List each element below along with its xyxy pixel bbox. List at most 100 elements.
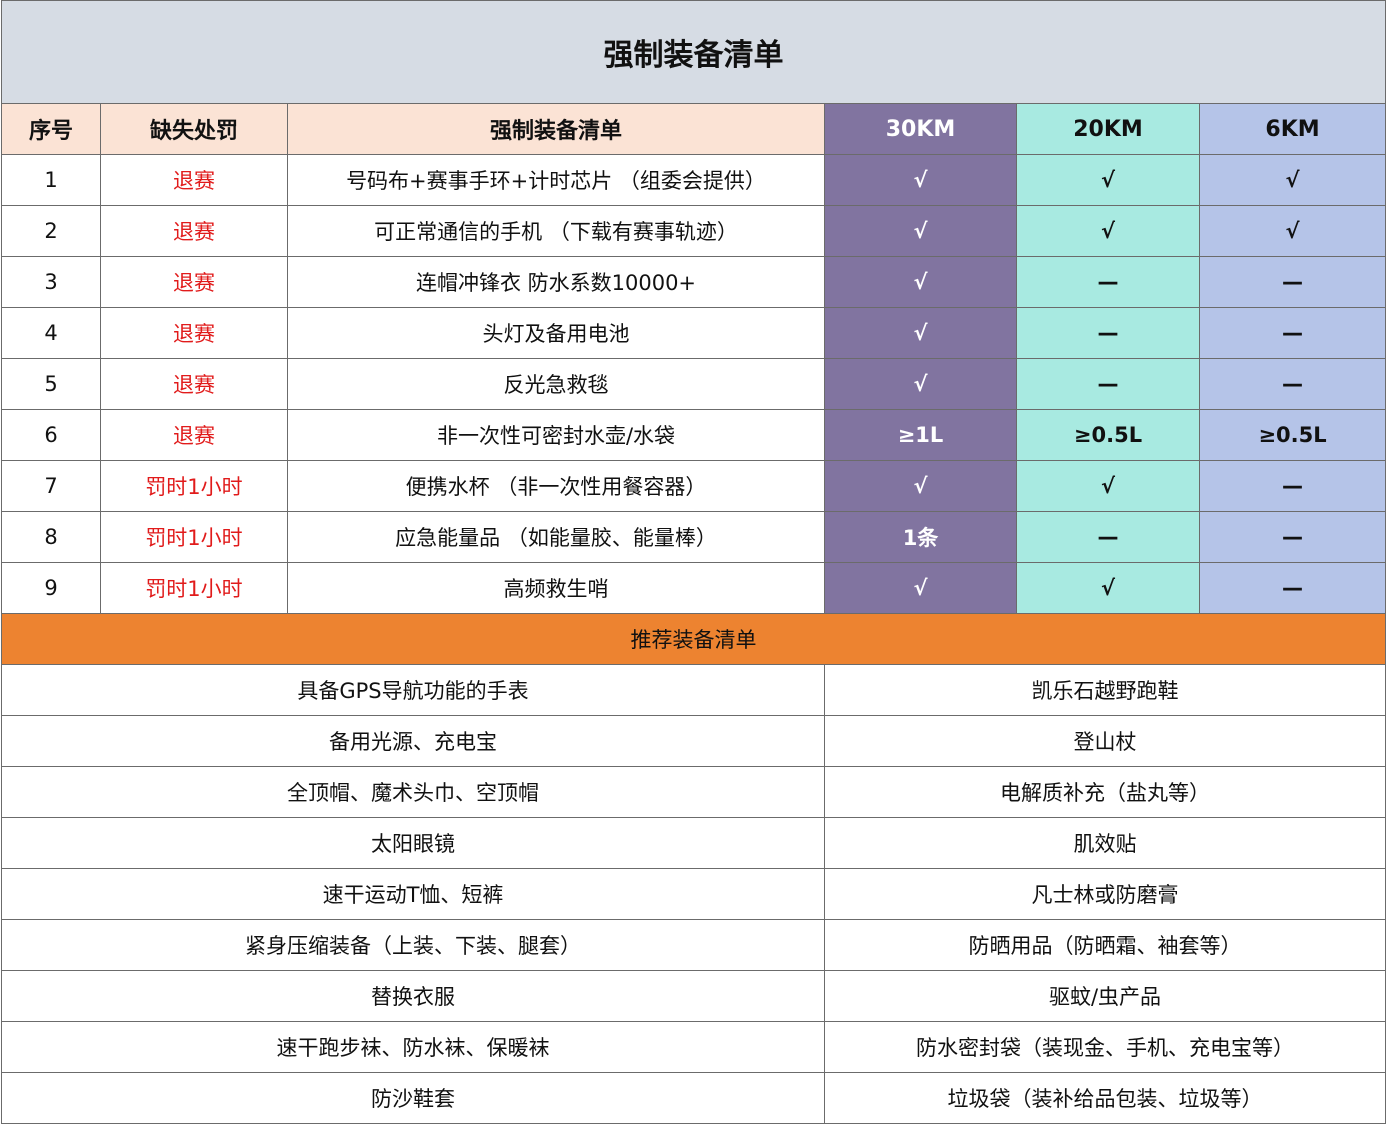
mandatory-item: 非一次性可密封水壶/水袋 [287, 409, 825, 461]
mandatory-penalty: 退赛 [100, 358, 288, 410]
recommended-row: 替换衣服 驱蚊/虫产品 [1, 970, 1386, 1022]
recommended-row: 速干跑步袜、防水袜、保暖袜 防水密封袋（装现金、手机、充电宝等） [1, 1021, 1386, 1073]
mandatory-6km: ≥0.5L [1198, 409, 1386, 461]
recommended-item-right: 驱蚊/虫产品 [823, 970, 1386, 1022]
mandatory-6km: — [1198, 256, 1386, 308]
mandatory-penalty: 退赛 [100, 154, 288, 206]
recommended-row: 全顶帽、魔术头巾、空顶帽 电解质补充（盐丸等） [1, 766, 1386, 818]
equipment-table: 强制装备清单 序号 缺失处罚 强制装备清单 30KM 20KM 6KM 1 退赛… [0, 0, 1386, 1124]
recommended-row: 具备GPS导航功能的手表 凯乐石越野跑鞋 [1, 664, 1386, 716]
mandatory-6km: — [1198, 511, 1386, 563]
mandatory-index: 4 [1, 307, 101, 359]
recommended-item-right: 凯乐石越野跑鞋 [823, 664, 1386, 716]
mandatory-row: 8 罚时1小时 应急能量品 （如能量胶、能量棒） 1条 — — [1, 511, 1386, 563]
mandatory-20km: — [1016, 307, 1200, 359]
recommended-item-left: 全顶帽、魔术头巾、空顶帽 [1, 766, 825, 818]
recommended-section-row: 推荐装备清单 [0, 613, 1386, 665]
mandatory-item: 应急能量品 （如能量胶、能量棒） [287, 511, 825, 563]
mandatory-row: 9 罚时1小时 高频救生哨 √ √ — [1, 562, 1386, 614]
recommended-item-right: 电解质补充（盐丸等） [823, 766, 1386, 818]
mandatory-item: 反光急救毯 [287, 358, 825, 410]
mandatory-30km: √ [824, 562, 1017, 614]
header-20km: 20KM [1016, 103, 1200, 155]
mandatory-30km: √ [824, 358, 1017, 410]
recommended-item-left: 速干运动T恤、短裤 [1, 868, 825, 920]
mandatory-item: 可正常通信的手机 （下载有赛事轨迹） [287, 205, 825, 257]
mandatory-6km: √ [1198, 205, 1386, 257]
mandatory-20km: √ [1016, 460, 1200, 512]
mandatory-index: 1 [1, 154, 101, 206]
recommended-row: 速干运动T恤、短裤 凡士林或防磨膏 [1, 868, 1386, 920]
mandatory-30km: √ [824, 256, 1017, 308]
header-row: 序号 缺失处罚 强制装备清单 30KM 20KM 6KM [1, 103, 1386, 155]
mandatory-penalty: 罚时1小时 [100, 460, 288, 512]
mandatory-6km: — [1198, 307, 1386, 359]
mandatory-penalty: 退赛 [100, 205, 288, 257]
recommended-item-right: 防晒用品（防晒霜、袖套等） [823, 919, 1386, 971]
mandatory-30km: √ [824, 205, 1017, 257]
mandatory-item: 号码布+赛事手环+计时芯片 （组委会提供） [287, 154, 825, 206]
mandatory-row: 6 退赛 非一次性可密封水壶/水袋 ≥1L ≥0.5L ≥0.5L [1, 409, 1386, 461]
mandatory-index: 7 [1, 460, 101, 512]
recommended-item-left: 替换衣服 [1, 970, 825, 1022]
recommended-item-left: 备用光源、充电宝 [1, 715, 825, 767]
recommended-item-right: 防水密封袋（装现金、手机、充电宝等） [823, 1021, 1386, 1073]
mandatory-6km: — [1198, 562, 1386, 614]
mandatory-row: 1 退赛 号码布+赛事手环+计时芯片 （组委会提供） √ √ √ [1, 154, 1386, 206]
mandatory-item: 连帽冲锋衣 防水系数10000+ [287, 256, 825, 308]
recommended-item-left: 紧身压缩装备（上装、下装、腿套） [1, 919, 825, 971]
mandatory-index: 5 [1, 358, 101, 410]
title-row: 强制装备清单 [0, 0, 1386, 104]
mandatory-index: 6 [1, 409, 101, 461]
mandatory-20km: ≥0.5L [1016, 409, 1200, 461]
mandatory-30km: √ [824, 460, 1017, 512]
recommended-item-right: 凡士林或防磨膏 [823, 868, 1386, 920]
header-6km: 6KM [1198, 103, 1386, 155]
mandatory-row: 5 退赛 反光急救毯 √ — — [1, 358, 1386, 410]
mandatory-30km: ≥1L [824, 409, 1017, 461]
mandatory-row: 7 罚时1小时 便携水杯 （非一次性用餐容器） √ √ — [1, 460, 1386, 512]
recommended-item-left: 防沙鞋套 [1, 1072, 825, 1124]
recommended-row: 备用光源、充电宝 登山杖 [1, 715, 1386, 767]
mandatory-30km: √ [824, 307, 1017, 359]
mandatory-item: 便携水杯 （非一次性用餐容器） [287, 460, 825, 512]
mandatory-penalty: 罚时1小时 [100, 562, 288, 614]
mandatory-penalty: 退赛 [100, 409, 288, 461]
mandatory-index: 2 [1, 205, 101, 257]
mandatory-6km: — [1198, 460, 1386, 512]
mandatory-30km: 1条 [824, 511, 1017, 563]
header-30km: 30KM [824, 103, 1017, 155]
table-title: 强制装备清单 [0, 0, 1386, 104]
header-penalty: 缺失处罚 [100, 103, 288, 155]
mandatory-index: 9 [1, 562, 101, 614]
mandatory-row: 3 退赛 连帽冲锋衣 防水系数10000+ √ — — [1, 256, 1386, 308]
mandatory-row: 2 退赛 可正常通信的手机 （下载有赛事轨迹） √ √ √ [1, 205, 1386, 257]
mandatory-item: 头灯及备用电池 [287, 307, 825, 359]
recommended-row: 紧身压缩装备（上装、下装、腿套） 防晒用品（防晒霜、袖套等） [1, 919, 1386, 971]
recommended-item-right: 登山杖 [823, 715, 1386, 767]
recommended-item-left: 具备GPS导航功能的手表 [1, 664, 825, 716]
mandatory-penalty: 退赛 [100, 256, 288, 308]
mandatory-20km: √ [1016, 154, 1200, 206]
recommended-row: 防沙鞋套 垃圾袋（装补给品包装、垃圾等） [1, 1072, 1386, 1124]
recommended-item-left: 速干跑步袜、防水袜、保暖袜 [1, 1021, 825, 1073]
mandatory-6km: √ [1198, 154, 1386, 206]
header-index: 序号 [1, 103, 101, 155]
mandatory-penalty: 罚时1小时 [100, 511, 288, 563]
mandatory-20km: — [1016, 358, 1200, 410]
recommended-title: 推荐装备清单 [0, 613, 1386, 665]
mandatory-index: 8 [1, 511, 101, 563]
recommended-row: 太阳眼镜 肌效贴 [1, 817, 1386, 869]
recommended-item-right: 垃圾袋（装补给品包装、垃圾等） [823, 1072, 1386, 1124]
header-item: 强制装备清单 [287, 103, 825, 155]
mandatory-6km: — [1198, 358, 1386, 410]
mandatory-row: 4 退赛 头灯及备用电池 √ — — [1, 307, 1386, 359]
recommended-item-left: 太阳眼镜 [1, 817, 825, 869]
mandatory-20km: — [1016, 256, 1200, 308]
mandatory-30km: √ [824, 154, 1017, 206]
mandatory-index: 3 [1, 256, 101, 308]
mandatory-20km: — [1016, 511, 1200, 563]
recommended-item-right: 肌效贴 [823, 817, 1386, 869]
mandatory-penalty: 退赛 [100, 307, 288, 359]
mandatory-20km: √ [1016, 205, 1200, 257]
